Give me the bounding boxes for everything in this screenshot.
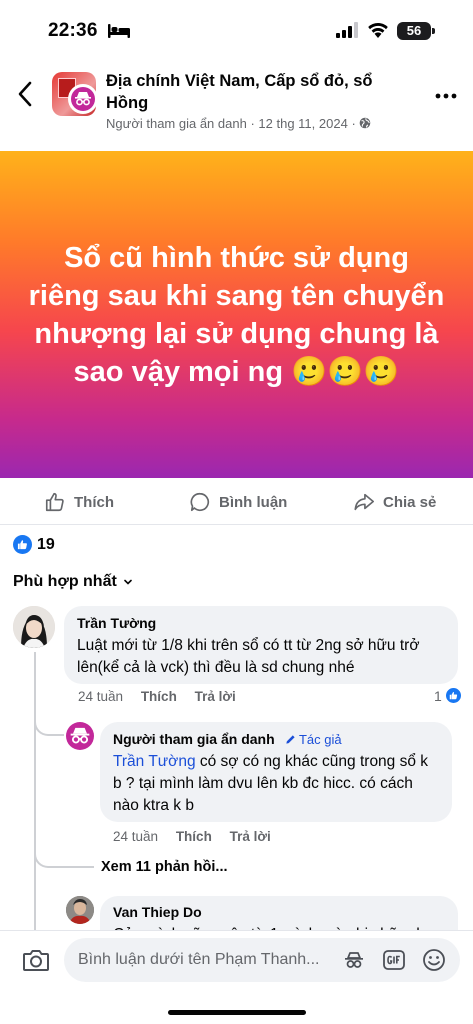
bed-icon — [108, 24, 130, 38]
mention-link[interactable]: Trần Tường — [113, 753, 196, 770]
comment-text: Trần Tường có sợ có ng khác cũng trong s… — [113, 751, 439, 817]
anonymous-badge-fill — [71, 87, 95, 111]
group-title[interactable]: Địa chính Việt Nam, Cấp sổ đỏ, sổ Hồng — [106, 70, 416, 114]
comment-author-row: Người tham gia ẩn danh Tác giả — [113, 731, 439, 747]
comment-reaction-count[interactable]: 1 — [434, 687, 462, 704]
comment-meta: 24 tuần Thích Trả lời — [113, 829, 285, 844]
meta-separator: · — [351, 116, 356, 131]
cellular-signal-icon — [336, 22, 358, 38]
comment-like-link[interactable]: Thích — [176, 829, 212, 844]
comment-reply-link[interactable]: Trả lời — [230, 829, 271, 844]
avatar-photo — [13, 606, 55, 648]
post-text: Sổ cũ hình thức sử dụng riêng sau khi sa… — [28, 241, 445, 388]
anonymous-toggle-icon[interactable] — [342, 948, 366, 972]
meta-separator: · — [250, 116, 255, 131]
sort-label: Phù hợp nhất — [13, 573, 117, 590]
chevron-down-icon — [124, 579, 132, 585]
comment-bubble-icon — [190, 492, 210, 512]
comment-label: Bình luận — [219, 493, 288, 511]
comment-meta: 24 tuần Thích Trả lời — [78, 689, 250, 704]
comment-reaction-number: 1 — [434, 687, 442, 704]
comment-bubble[interactable]: Trần Tường Luật mới từ 1/8 khi trên sổ c… — [64, 606, 458, 684]
post-date[interactable]: 12 thg 11, 2024 — [258, 116, 347, 131]
author-badge: Tác giả — [285, 732, 342, 747]
pencil-icon — [285, 735, 295, 744]
comment-sort-dropdown[interactable]: Phù hợp nhất — [13, 573, 133, 591]
status-time: 22:36 — [48, 20, 98, 41]
wifi-icon — [368, 22, 388, 38]
commenter-avatar[interactable] — [13, 606, 55, 648]
commenter-avatar[interactable] — [66, 896, 94, 924]
thread-line — [34, 880, 36, 930]
comment-author[interactable]: Trần Tường — [77, 615, 445, 631]
like-reaction-icon — [13, 535, 32, 554]
anonymous-avatar[interactable] — [66, 722, 94, 750]
thumbs-up-icon — [17, 540, 27, 550]
emoji-icon[interactable] — [422, 948, 446, 972]
post-actions: Thích Bình luận Chia sẻ — [0, 480, 473, 524]
battery-cap — [432, 28, 435, 34]
comment-author[interactable]: Van Thiep Do — [113, 904, 445, 920]
view-more-replies-link[interactable]: Xem 11 phản hồi... — [101, 859, 228, 875]
like-label: Thích — [74, 493, 114, 511]
battery-indicator: 56 — [397, 22, 431, 40]
more-options-icon[interactable] — [434, 92, 458, 100]
gif-icon[interactable] — [382, 948, 406, 972]
author-badge-label: Tác giả — [298, 732, 342, 747]
incognito-icon — [75, 92, 91, 106]
comment-like-link[interactable]: Thích — [141, 689, 177, 704]
reaction-count: 19 — [37, 535, 55, 553]
globe-icon — [360, 117, 371, 129]
like-reaction-icon — [444, 687, 462, 704]
incognito-icon — [70, 727, 90, 744]
share-arrow-icon — [354, 493, 374, 511]
comment-author[interactable]: Người tham gia ẩn danh — [113, 731, 275, 747]
divider — [0, 524, 473, 525]
post-content-banner: Sổ cũ hình thức sử dụng riêng sau khi sa… — [0, 151, 473, 478]
camera-icon[interactable] — [22, 947, 50, 973]
thread-connector — [34, 710, 64, 736]
comment-input-placeholder: Bình luận dưới tên Phạm Thanh... — [78, 951, 320, 968]
anonymous-avatar — [68, 84, 98, 114]
post-meta: Người tham gia ẩn danh · 12 thg 11, 2024… — [106, 116, 371, 131]
home-indicator — [168, 1010, 306, 1015]
comment-reply-link[interactable]: Trả lời — [195, 689, 236, 704]
share-button[interactable]: Chia sẻ — [353, 490, 436, 514]
comment-time: 24 tuần — [113, 829, 159, 844]
comment-time: 24 tuần — [78, 689, 124, 704]
comment-text: Luật mới từ 1/8 khi trên sổ có tt từ 2ng… — [77, 637, 420, 676]
status-bar: 22:36 56 — [0, 0, 473, 54]
comment-input[interactable]: Bình luận dưới tên Phạm Thanh... — [64, 938, 460, 982]
avatar-photo — [66, 896, 94, 924]
like-button[interactable]: Thích — [44, 490, 114, 514]
comment-button[interactable]: Bình luận — [189, 490, 287, 514]
back-arrow-icon[interactable] — [14, 80, 38, 108]
thumbs-up-icon — [45, 492, 64, 512]
comment-bubble[interactable]: Người tham gia ẩn danh Tác giả Trần Tườn… — [100, 722, 452, 822]
thumbs-up-icon — [449, 691, 457, 700]
reaction-summary[interactable]: 19 — [13, 535, 55, 554]
share-label: Chia sẻ — [383, 493, 437, 511]
thread-connector — [34, 830, 94, 868]
post-author: Người tham gia ẩn danh — [106, 116, 247, 131]
post-header: Địa chính Việt Nam, Cấp sổ đỏ, sổ Hồng N… — [0, 62, 473, 142]
